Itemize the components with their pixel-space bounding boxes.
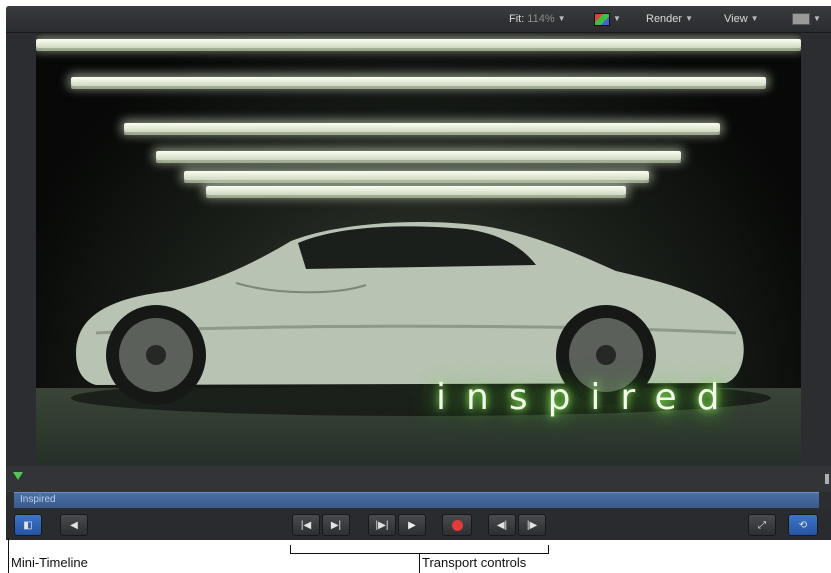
transport-bracket-right — [548, 545, 549, 553]
go-to-start-icon: |◀ — [300, 519, 312, 531]
previous-keyframe-button[interactable]: ◀| — [488, 514, 516, 536]
layers-icon: ◧ — [23, 519, 33, 531]
next-keyframe-button[interactable]: |▶ — [518, 514, 546, 536]
view-popup[interactable]: View ▼ — [724, 12, 759, 26]
color-channels-popup[interactable]: ▼ — [594, 12, 621, 26]
chevron-down-icon: ▼ — [557, 14, 566, 23]
play-icon: ▶ — [408, 519, 416, 531]
show-layers-button[interactable]: ◧ — [14, 514, 42, 536]
previous-keyframe-icon: ◀| — [496, 519, 508, 531]
mini-timeline-callout-line — [8, 538, 9, 573]
loop-playback-button[interactable]: ⟲ — [788, 514, 818, 536]
play-button[interactable]: ▶ — [398, 514, 426, 536]
speaker-icon: ◀ — [70, 519, 78, 531]
record-button[interactable] — [442, 514, 472, 536]
audio-button[interactable]: ◀ — [60, 514, 88, 536]
render-popup[interactable]: Render ▼ — [646, 12, 693, 26]
inspired-title-text: inspired — [436, 377, 740, 418]
overlay-popup[interactable]: ▼ — [792, 12, 821, 26]
chevron-down-icon: ▼ — [685, 14, 693, 23]
mini-timeline-ruler[interactable] — [6, 466, 831, 492]
mini-timeline-clip[interactable]: Inspired — [14, 492, 819, 508]
window-layout-icon — [792, 13, 810, 25]
go-to-end-button[interactable]: ▶| — [322, 514, 350, 536]
playhead-icon[interactable] — [13, 472, 23, 480]
view-label: View — [724, 13, 748, 25]
play-range-out-marker[interactable] — [825, 474, 829, 484]
color-channels-icon — [594, 12, 610, 26]
transport-callout-line — [419, 553, 420, 573]
fit-zoom-popup[interactable]: Fit: 114% ▼ — [509, 12, 566, 26]
next-keyframe-icon: |▶ — [526, 519, 538, 531]
canvas-toolbar: Fit: 114% ▼ ▼ Render ▼ View ▼ ▼ — [6, 6, 831, 33]
loop-icon: ⟲ — [798, 519, 808, 531]
render-label: Render — [646, 13, 683, 25]
expand-icon: ⤢ — [758, 519, 766, 531]
chevron-down-icon: ▼ — [813, 14, 821, 23]
transport-controls-callout: Transport controls — [422, 555, 527, 570]
canvas-viewer[interactable]: inspired — [36, 33, 801, 465]
chevron-down-icon: ▼ — [613, 14, 621, 23]
record-icon — [451, 519, 463, 531]
go-to-start-button[interactable]: |◀ — [292, 514, 320, 536]
next-frame-icon: |▶| — [375, 519, 389, 531]
transport-bracket-left — [290, 545, 291, 553]
transport-bar: ◧ ◀ |◀ ▶| |▶| ▶ ◀| |▶ ⤢ ⟲ — [6, 509, 831, 540]
fit-value: 114% — [527, 13, 555, 25]
next-frame-button[interactable]: |▶| — [368, 514, 396, 536]
chevron-down-icon: ▼ — [750, 14, 759, 23]
clip-name: Inspired — [20, 494, 56, 505]
fullscreen-button[interactable]: ⤢ — [748, 514, 776, 536]
mini-timeline-callout: Mini-Timeline — [11, 555, 88, 570]
go-to-end-icon: ▶| — [330, 519, 342, 531]
fit-label: Fit: — [509, 13, 525, 25]
motion-canvas-window: Fit: 114% ▼ ▼ Render ▼ View ▼ ▼ inspired… — [6, 6, 831, 540]
